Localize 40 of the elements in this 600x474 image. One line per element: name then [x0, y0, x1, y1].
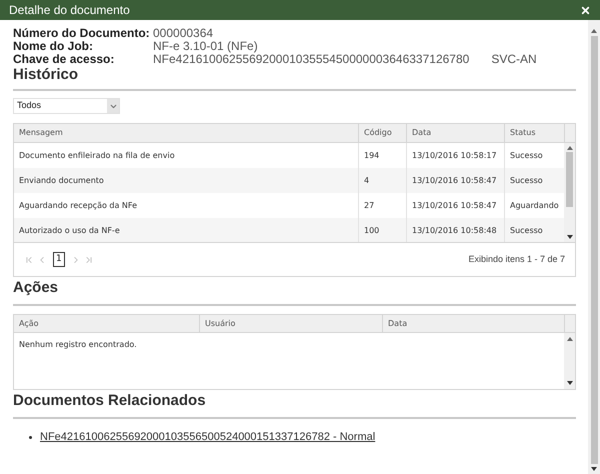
- field-label: Nome do Job:: [13, 40, 94, 53]
- section-heading: Documentos Relacionados: [13, 392, 207, 409]
- pager-summary: Exibindo itens 1 - 7 de 7: [468, 252, 565, 266]
- table-scrollbar[interactable]: [564, 333, 575, 389]
- section-heading: Ações: [13, 279, 60, 296]
- field-extra: SVC-AN: [491, 53, 537, 66]
- table-cell: 100: [358, 218, 406, 242]
- window-scrollbar[interactable]: [588, 20, 600, 474]
- table-cell: 13/10/2016 10:58:48: [406, 218, 504, 242]
- scroll-up-icon[interactable]: [591, 29, 597, 33]
- table-cell-text: Autorizado o uso da NF-e: [18, 224, 121, 236]
- filter-dropdown[interactable]: Todos: [13, 98, 120, 114]
- field-value: NF-e 3.10-01 (NFe): [153, 40, 258, 53]
- close-icon[interactable]: [580, 4, 591, 16]
- scroll-down-icon[interactable]: [591, 467, 597, 471]
- scroll-up-icon[interactable]: [566, 146, 572, 150]
- table-cell-text: Aguardando recepção da NFe: [18, 200, 138, 212]
- scroll-down-icon[interactable]: [566, 235, 572, 239]
- column-header[interactable]: Mensagem: [14, 124, 358, 142]
- column-header[interactable]: Ação: [14, 315, 199, 332]
- field-label: Número do Documento:: [13, 27, 151, 40]
- scroll-down-icon[interactable]: [566, 381, 572, 385]
- table-cell-text: Enviando documento: [18, 174, 105, 186]
- scroll-up-icon[interactable]: [566, 337, 572, 341]
- column-header[interactable]: Código: [358, 124, 406, 142]
- page-number[interactable]: 1: [53, 252, 65, 268]
- field-value: 000000364: [153, 27, 214, 40]
- table-scrollbar[interactable]: [564, 143, 575, 242]
- section-heading: Histórico: [13, 66, 80, 83]
- column-header[interactable]: Data: [406, 124, 504, 142]
- column-header[interactable]: Status: [504, 124, 564, 142]
- window-title: Detalhe do documento: [9, 2, 130, 19]
- empty-message: Nenhum registro encontrado.: [19, 340, 137, 349]
- table-cell-text: Documento enfileirado na fila de envio: [18, 150, 176, 162]
- document-link[interactable]: NFe42161006255692000103556500524000151337126782 - Normal: [40, 429, 376, 446]
- bullet-icon: [29, 436, 32, 439]
- field-label: Chave de acesso:: [13, 53, 116, 66]
- field-value: NFe42161006255692000103555450000003646337126780: [153, 53, 470, 66]
- column-header[interactable]: Data: [382, 315, 564, 332]
- column-header[interactable]: Usuário: [199, 315, 382, 332]
